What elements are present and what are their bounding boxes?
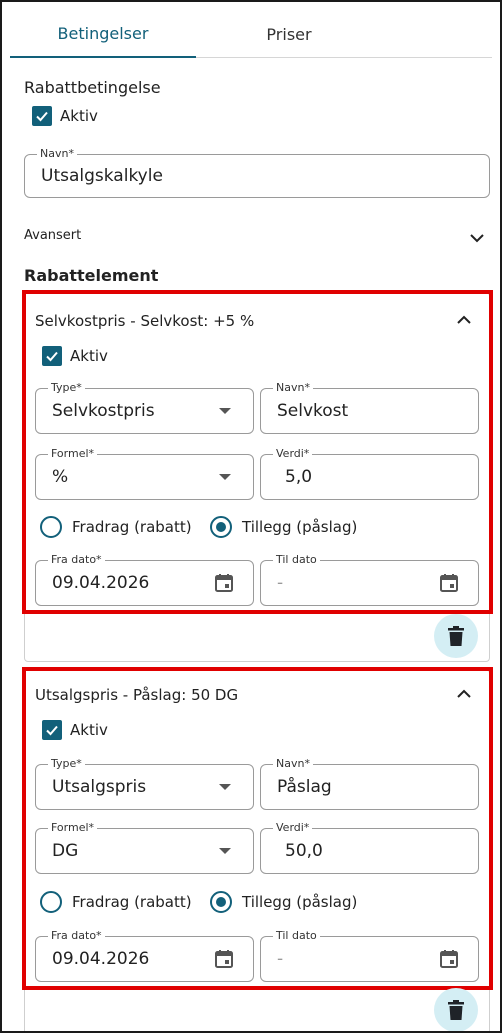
radio-selected-icon (210, 516, 232, 538)
trash-icon (448, 626, 464, 646)
element-1-active-checkbox[interactable]: Aktiv (42, 346, 108, 366)
tab-bar: Betingelser Priser (10, 10, 492, 58)
element-2-active-checkbox[interactable]: Aktiv (42, 720, 108, 740)
element-2-type-select[interactable]: Type* Utsalgspris (35, 757, 254, 810)
chevron-up-icon (457, 689, 471, 698)
element-1-collapse[interactable] (455, 311, 473, 333)
element-2-from-value: 09.04.2026 (52, 949, 150, 969)
advanced-toggle[interactable] (468, 229, 486, 251)
element-1-from-date[interactable]: Fra dato* 09.04.2026 (35, 553, 254, 606)
element-2-radio-addition-label: Tillegg (påslag) (242, 893, 358, 911)
dropdown-caret-icon (219, 474, 231, 480)
element-1-value-value: 5,0 (285, 467, 313, 487)
condition-name-field[interactable]: Navn* Utsalgskalkyle (24, 147, 490, 198)
element-1-name-field[interactable]: Navn* Selvkost (260, 381, 479, 434)
element-2-radio-addition[interactable]: Tillegg (påslag) (210, 891, 357, 913)
element-1-active-label: Aktiv (70, 347, 108, 365)
element-2-value-value: 50,0 (285, 841, 323, 861)
calendar-icon[interactable] (438, 572, 460, 594)
tab-betingelser[interactable]: Betingelser (10, 10, 196, 58)
element-2-delete-button[interactable] (434, 988, 478, 1031)
element-1-formula-select[interactable]: Formel* % (35, 447, 254, 500)
trash-icon (448, 1000, 464, 1020)
condition-active-checkbox[interactable]: Aktiv (32, 106, 98, 126)
radio-selected-icon (210, 891, 232, 913)
element-2-name-value: Påslag (277, 777, 332, 797)
element-2-formula-value: DG (52, 841, 79, 861)
element-1-from-value: 09.04.2026 (52, 573, 150, 593)
element-2-header: Utsalgspris - Påslag: 50 DG (35, 686, 239, 704)
element-2-radio-deduction-label: Fradrag (rabatt) (72, 893, 192, 911)
element-2-radio-deduction[interactable]: Fradrag (rabatt) (40, 891, 192, 913)
element-1-formula-value: % (52, 467, 69, 487)
element-2-to-date[interactable]: Til dato - (260, 929, 479, 982)
element-1-radio-addition-label: Tillegg (påslag) (242, 518, 358, 536)
dropdown-caret-icon (219, 784, 231, 790)
element-1-to-value: - (277, 573, 284, 593)
advanced-label: Avansert (24, 228, 82, 243)
condition-active-label: Aktiv (60, 107, 98, 125)
chevron-down-icon (470, 234, 484, 243)
dropdown-caret-icon (219, 408, 231, 414)
elements-title: Rabattelement (24, 266, 159, 285)
tab-priser[interactable]: Priser (196, 10, 382, 58)
check-icon (32, 106, 52, 126)
element-1-radio-addition[interactable]: Tillegg (påslag) (210, 516, 357, 538)
element-2-type-value: Utsalgspris (52, 777, 147, 797)
radio-unselected-icon (40, 516, 62, 538)
calendar-icon[interactable] (213, 572, 235, 594)
check-icon (42, 720, 62, 740)
element-2-formula-select[interactable]: Formel* DG (35, 821, 254, 874)
element-1-type-select[interactable]: Type* Selvkostpris (35, 381, 254, 434)
chevron-up-icon (457, 315, 471, 324)
element-1-to-date[interactable]: Til dato - (260, 553, 479, 606)
element-1-type-value: Selvkostpris (52, 401, 155, 421)
element-2-from-date[interactable]: Fra dato* 09.04.2026 (35, 929, 254, 982)
element-1-header: Selvkostpris - Selvkost: +5 % (35, 312, 255, 330)
element-1-radio-deduction[interactable]: Fradrag (rabatt) (40, 516, 192, 538)
element-1-radio-deduction-label: Fradrag (rabatt) (72, 518, 192, 536)
element-1-delete-button[interactable] (434, 614, 478, 658)
radio-unselected-icon (40, 891, 62, 913)
element-2-name-field[interactable]: Navn* Påslag (260, 757, 479, 810)
element-2-active-label: Aktiv (70, 721, 108, 739)
condition-name-value: Utsalgskalkyle (41, 166, 163, 186)
condition-title: Rabattbetingelse (24, 78, 161, 97)
element-2-value-field[interactable]: Verdi* 50,0 (260, 821, 479, 874)
element-2-collapse[interactable] (455, 685, 473, 707)
check-icon (42, 346, 62, 366)
element-1-value-field[interactable]: Verdi* 5,0 (260, 447, 479, 500)
element-1-name-value: Selvkost (277, 401, 349, 421)
app-frame: Betingelser Priser Rabattbetingelse Akti… (0, 0, 502, 1033)
dropdown-caret-icon (219, 848, 231, 854)
element-2-to-value: - (277, 949, 284, 969)
calendar-icon[interactable] (213, 948, 235, 970)
calendar-icon[interactable] (438, 948, 460, 970)
